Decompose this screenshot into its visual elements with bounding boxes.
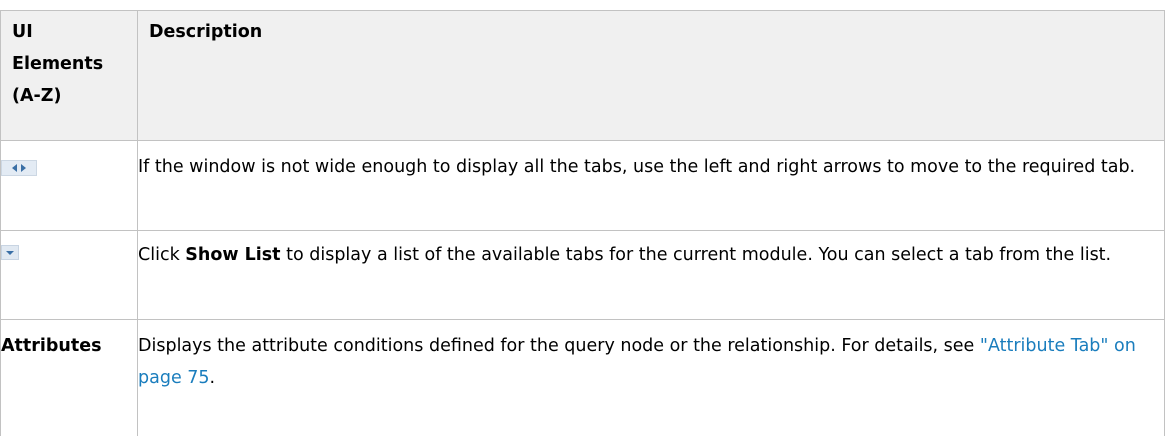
header-description: Description [137, 10, 1165, 141]
show-list-dropdown-icon [1, 245, 19, 260]
table-row: If the window is not wide enough to disp… [0, 140, 1165, 231]
desc-text-pre: Displays the attribute conditions define… [138, 336, 980, 356]
left-right-arrows-icon [1, 160, 37, 176]
desc-text-post: . [209, 368, 216, 388]
desc-text-post: to display a list of the available tabs … [280, 245, 1112, 265]
header-ui-elements: UI Elements (A-Z) [0, 10, 138, 141]
description-cell: Displays the attribute conditions define… [137, 319, 1165, 436]
show-list-term: Show List [185, 245, 281, 265]
table-header-row: UI Elements (A-Z) Description [0, 10, 1165, 141]
header-col1-line2: Elements [12, 54, 104, 74]
desc-text-pre: Click [138, 245, 186, 265]
element-cell [0, 230, 138, 320]
table-row: Attributes Displays the attribute condit… [0, 319, 1165, 436]
element-name-cell: Attributes [0, 319, 138, 436]
element-cell [0, 140, 138, 231]
header-col1-line3: (A-Z) [12, 86, 62, 106]
ui-elements-table: UI Elements (A-Z) Description If the win… [0, 10, 1165, 436]
description-cell: Click Show List to display a list of the… [137, 230, 1165, 320]
table-row: Click Show List to display a list of the… [0, 230, 1165, 320]
header-col1-line1: UI [12, 22, 33, 42]
description-cell: If the window is not wide enough to disp… [137, 140, 1165, 231]
